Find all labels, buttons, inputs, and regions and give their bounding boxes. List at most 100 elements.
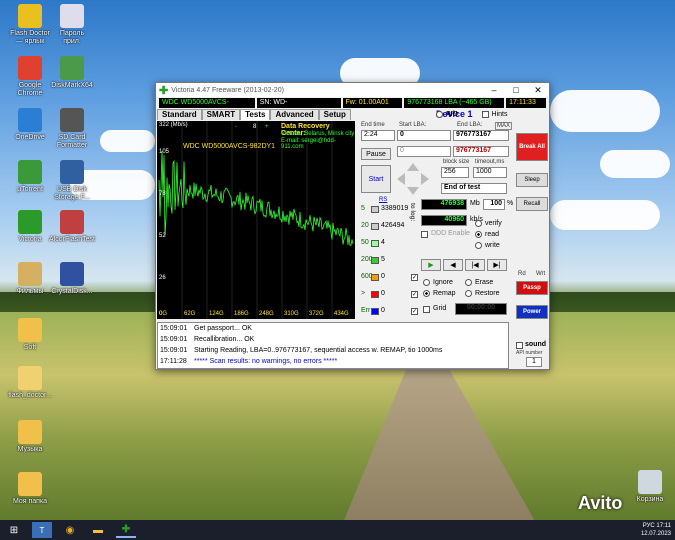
desktop-icon[interactable]: Моя папка [2, 472, 58, 506]
grid-checkbox[interactable] [423, 306, 430, 313]
app-icon [60, 56, 84, 80]
block-size-select[interactable]: 256 [441, 167, 469, 178]
latency-color-block [371, 223, 379, 230]
end-lba-field[interactable]: 976773167 [453, 130, 509, 141]
graph-minus[interactable]: - [235, 124, 237, 130]
verify-radio[interactable]: verify [475, 220, 502, 227]
x-tick-label: 310G [284, 311, 299, 317]
end-time-field[interactable]: 2:24 [361, 130, 395, 141]
language-indicator[interactable]: РУС [643, 523, 655, 529]
desktop-icon[interactable]: DiskMarkX64 [44, 56, 100, 90]
tab-standard[interactable]: Standard [157, 109, 202, 120]
skip-back-icon[interactable]: |◀ [465, 259, 485, 271]
desktop-icon[interactable]: Музыка [2, 420, 58, 454]
break-all-button[interactable]: Break All [516, 133, 548, 161]
direction-pad[interactable] [395, 161, 431, 197]
rs-link[interactable]: RS [379, 197, 387, 203]
desktop-icon[interactable]: CrystalDisk... [44, 262, 100, 296]
skip-end-icon[interactable]: ▶| [487, 259, 507, 271]
log-time: 15:09:01 [160, 336, 188, 343]
graph-scale: 8 [253, 124, 257, 130]
latency-color-block [371, 257, 379, 264]
percent-counter: 100 [483, 199, 505, 210]
tab-smart[interactable]: SMART [201, 109, 241, 120]
power-button[interactable]: Power [516, 305, 548, 319]
write-radio[interactable]: write [475, 242, 500, 249]
desktop-icon[interactable]: Корзина [622, 470, 675, 504]
desktop-icon[interactable]: flash_doctor... [2, 366, 58, 400]
minimize-button[interactable]: – [483, 85, 505, 96]
timeout-select[interactable]: 1000 [473, 167, 507, 178]
recovery-city: Victoria, Belarus, Minsk city [281, 131, 355, 137]
system-tray: РУС 17:11 12.07.2023 [641, 522, 671, 538]
graph-unit: 322 (Mb/s) [159, 122, 188, 128]
back-icon[interactable]: ◀ [443, 259, 463, 271]
latency-count: 5 [381, 256, 385, 263]
hints-checkbox[interactable] [481, 110, 489, 118]
latency-color-block [371, 274, 379, 281]
desktop-icon-label: SD Card Formatter [56, 134, 88, 149]
read-radio[interactable]: read [475, 231, 499, 238]
tab-advanced[interactable]: Advanced [270, 109, 319, 120]
sound-checkbox[interactable] [516, 342, 523, 349]
speed-counter: 40960 [421, 215, 467, 226]
read-label: read [485, 231, 500, 238]
current-lba-field: 0 [397, 146, 451, 157]
tab-setup[interactable]: Setup [318, 109, 351, 120]
log-line: 15:09:01 Get passport... OK [158, 323, 508, 334]
start-button[interactable]: Start [361, 165, 391, 193]
ddd-checkbox[interactable] [421, 231, 428, 238]
restore-label: Restore [475, 290, 500, 297]
desktop-icon[interactable]: SD Card Formatter [44, 108, 100, 150]
speed-graph-svg [158, 121, 354, 319]
ignore-radio[interactable]: Ignore [423, 279, 453, 286]
pio-radio[interactable]: PIO [436, 110, 458, 118]
grid-timer: 00:00:00 [455, 303, 507, 315]
desktop-icon[interactable]: USB Disk Storage F... [44, 160, 100, 202]
app-icon [18, 366, 42, 390]
start-lba-field[interactable]: 0 [397, 130, 451, 141]
erase-radio[interactable]: Erase [465, 279, 493, 286]
max-button[interactable]: MAX [495, 122, 513, 130]
latency-label: 5 [361, 205, 365, 212]
tray-time: 17:11 [656, 523, 671, 529]
x-tick-label: 248G [259, 311, 274, 317]
graph-plus[interactable]: + [265, 124, 269, 130]
desktop-icon-label: AlcorFlashTest [49, 236, 95, 243]
tab-tests[interactable]: Tests [240, 109, 271, 120]
sleep-button[interactable]: Sleep [516, 173, 548, 187]
maximize-button[interactable]: □ [505, 85, 527, 96]
app-icon [18, 262, 42, 286]
victoria-taskbar-icon[interactable]: ✚ [116, 522, 136, 538]
erase-label: Erase [475, 279, 494, 286]
app-icon [18, 210, 42, 234]
taskbar-app-icon[interactable]: T [32, 522, 52, 538]
log-checkbox[interactable]: ✓ [411, 308, 418, 315]
chrome-icon[interactable]: ◉ [60, 522, 80, 538]
app-icon [18, 420, 42, 444]
desktop-icon[interactable]: Пароль прил. [44, 4, 100, 46]
log-checkbox[interactable]: ✓ [411, 274, 418, 281]
pause-button[interactable]: Pause [361, 148, 391, 160]
tray-date: 12.07.2023 [640, 531, 671, 537]
end-of-test-select[interactable]: End of test [441, 183, 507, 194]
recall-button[interactable]: Recall [516, 197, 548, 211]
close-button[interactable]: ✕ [527, 85, 549, 96]
graph-drive-name: WDC WD5000AVCS-982DY1 [183, 143, 276, 150]
passp-button[interactable]: Passp [516, 281, 548, 295]
remap-radio[interactable]: Remap [423, 290, 456, 297]
restore-radio[interactable]: Restore [465, 290, 500, 297]
log-checkbox[interactable]: ✓ [411, 291, 418, 298]
desktop-icon[interactable]: AlcorFlashTest [44, 210, 100, 244]
app-icon [60, 262, 84, 286]
desktop-icon[interactable]: Soft [2, 318, 58, 352]
latency-count: 3389019 [381, 205, 409, 212]
explorer-icon[interactable]: ▬ [88, 522, 108, 538]
windows-start-icon[interactable]: ⊞ [4, 522, 24, 538]
log-message: Recallibration... OK [194, 336, 255, 343]
test-controls: End time 2:24 Start LBA: 0 End LBA: MAX … [357, 121, 513, 317]
remap-label: Remap [433, 290, 456, 297]
api-number-field[interactable]: 1 [526, 357, 542, 367]
play-icon[interactable]: ▶ [421, 259, 441, 271]
latency-color-block [371, 291, 379, 298]
